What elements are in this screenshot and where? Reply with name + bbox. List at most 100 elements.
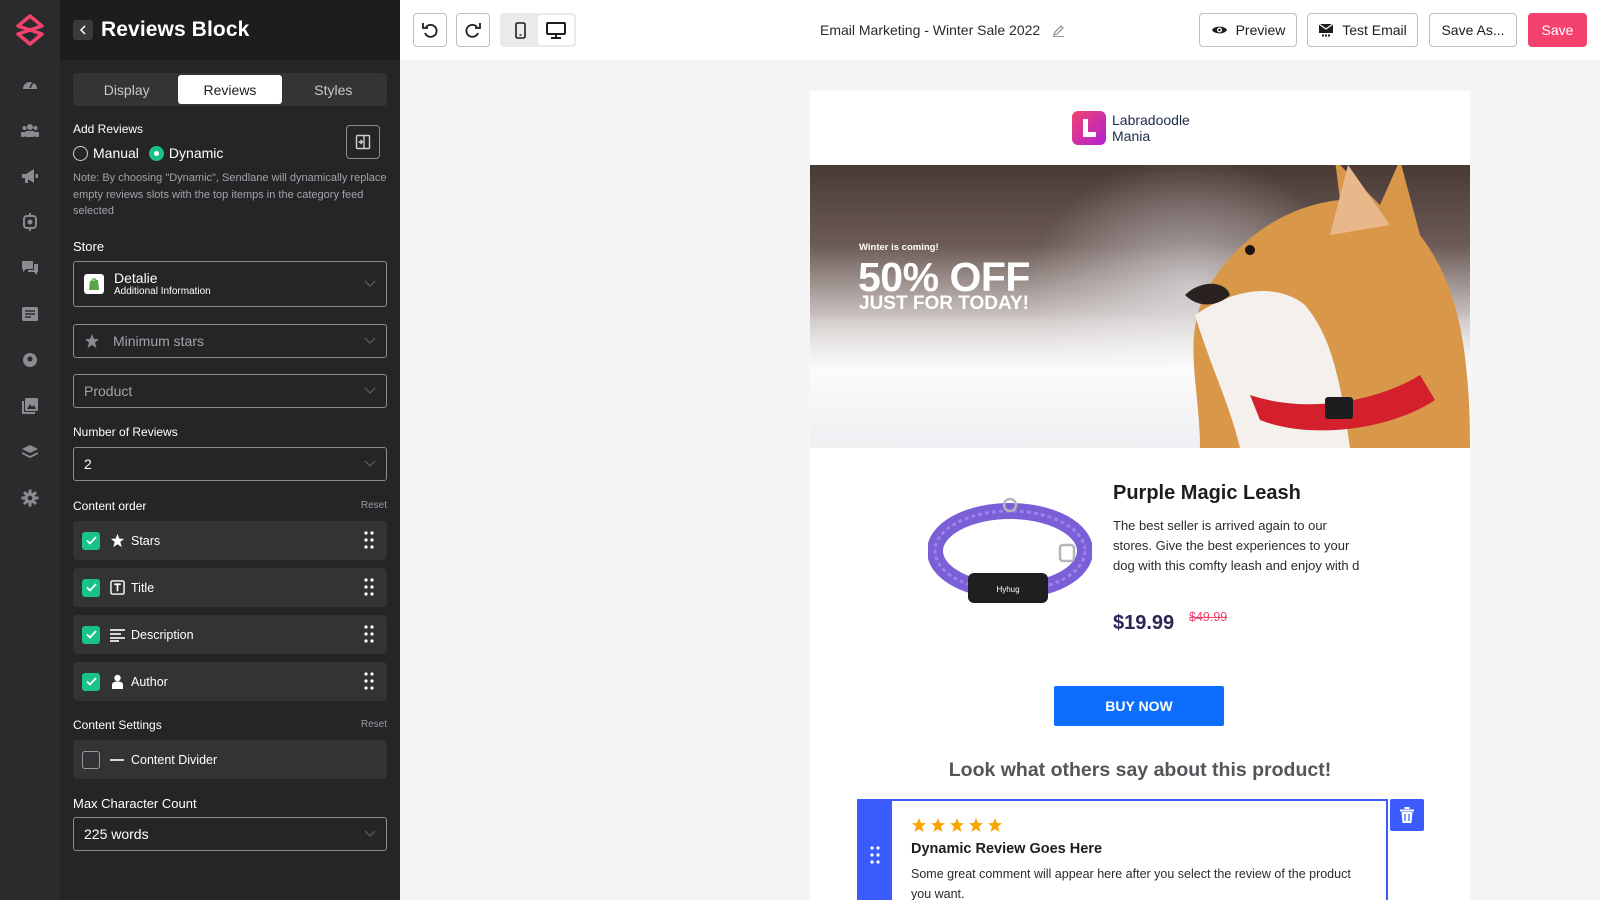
- title-icon: [109, 580, 125, 596]
- radio-manual-circle[interactable]: [73, 145, 88, 161]
- star-icon: [969, 818, 983, 832]
- description-checkbox[interactable]: [82, 625, 100, 644]
- content-order-label-title: Title: [131, 580, 155, 595]
- checkmark-icon: [85, 583, 97, 592]
- edit-pencil-icon[interactable]: [1052, 24, 1065, 37]
- radio-dynamic[interactable]: Dynamic: [148, 145, 224, 161]
- integrations-stack-icon[interactable]: [19, 441, 41, 463]
- drag-handle-icon[interactable]: [364, 625, 374, 643]
- author-icon: [109, 674, 125, 690]
- chevron-down-icon: [364, 337, 376, 345]
- content-order-label-description: Description: [131, 627, 194, 642]
- tab-styles[interactable]: Styles: [282, 75, 385, 104]
- content-settings-reset-link[interactable]: Reset: [361, 719, 387, 730]
- device-preview-toggle: [500, 13, 576, 47]
- content-order-item-author[interactable]: Author: [73, 662, 387, 701]
- brand-name-line2: Mania: [1112, 128, 1151, 144]
- media-library-icon[interactable]: [19, 395, 41, 417]
- title-checkbox[interactable]: [82, 578, 100, 597]
- number-of-reviews-label: Number of Reviews: [73, 425, 178, 439]
- undo-button[interactable]: [413, 13, 447, 47]
- content-divider-row[interactable]: Content Divider: [73, 740, 387, 779]
- document-title[interactable]: Email Marketing - Winter Sale 2022: [820, 0, 1065, 60]
- tab-display[interactable]: Display: [75, 75, 178, 104]
- desktop-view-button[interactable]: [538, 15, 574, 45]
- delete-block-button[interactable]: [1390, 799, 1424, 831]
- checkmark-icon: [85, 630, 97, 639]
- dashboard-icon[interactable]: [19, 73, 41, 95]
- tab-reviews[interactable]: Reviews: [178, 75, 282, 104]
- panel-tabs: Display Reviews Styles: [73, 73, 387, 106]
- drag-handle-icon[interactable]: [364, 672, 374, 690]
- forms-icon[interactable]: [19, 303, 41, 325]
- preview-button[interactable]: Preview: [1199, 13, 1297, 47]
- block-drag-handle[interactable]: [857, 799, 892, 900]
- checkmark-icon: [85, 536, 97, 545]
- import-reviews-button[interactable]: [346, 125, 380, 159]
- campaigns-megaphone-icon[interactable]: [19, 165, 41, 187]
- author-checkbox[interactable]: [82, 672, 100, 691]
- minimum-stars-select[interactable]: Minimum stars: [73, 324, 387, 358]
- content-divider-label: Content Divider: [131, 752, 218, 767]
- automation-icon[interactable]: [19, 211, 41, 233]
- shopify-logo-icon: [84, 274, 104, 294]
- content-order-item-stars[interactable]: Stars: [73, 521, 387, 560]
- product-old-price: $49.99: [1189, 610, 1228, 624]
- product-select[interactable]: Product: [73, 374, 387, 408]
- chevron-down-icon: [364, 387, 376, 395]
- content-order-reset-link[interactable]: Reset: [361, 500, 387, 511]
- save-button-label: Save: [1541, 22, 1574, 38]
- star-icon: [85, 334, 99, 348]
- store-select[interactable]: Detalie Additional Information: [73, 261, 387, 307]
- radio-dynamic-circle[interactable]: [148, 145, 164, 161]
- redo-button[interactable]: [456, 13, 490, 47]
- radio-manual[interactable]: Manual: [73, 145, 139, 161]
- save-button[interactable]: Save: [1528, 13, 1587, 47]
- radio-dynamic-label: Dynamic: [168, 145, 224, 161]
- conversations-icon[interactable]: [19, 257, 41, 279]
- star-icon: [931, 818, 945, 832]
- save-as-button[interactable]: Save As...: [1429, 13, 1517, 47]
- chevron-down-icon: [364, 280, 376, 288]
- store-subtitle: Additional Information: [114, 286, 211, 297]
- panel-header: Reviews Block: [60, 0, 400, 60]
- review-mode-radio-group: Manual Dynamic: [73, 145, 233, 161]
- store-label: Store: [73, 239, 105, 254]
- stars-checkbox[interactable]: [82, 531, 100, 550]
- drag-handle-icon[interactable]: [364, 531, 374, 549]
- corgi-dog-image: [1185, 165, 1470, 448]
- selected-review-block[interactable]: Dynamic Review Goes Here Some great comm…: [857, 799, 1388, 900]
- product-title: Purple Magic Leash: [1113, 482, 1301, 504]
- document-title-text: Email Marketing - Winter Sale 2022: [820, 22, 1041, 38]
- preview-button-label: Preview: [1235, 22, 1286, 38]
- add-reviews-label: Add Reviews: [73, 122, 144, 136]
- audience-icon[interactable]: [19, 119, 41, 141]
- redo-icon: [465, 23, 481, 38]
- test-email-button[interactable]: Test Email: [1307, 13, 1418, 47]
- content-divider-checkbox[interactable]: [82, 750, 100, 769]
- minimum-stars-placeholder: Minimum stars: [113, 333, 205, 349]
- star-icon: [950, 818, 964, 832]
- drag-handle-icon[interactable]: [364, 578, 374, 596]
- sendlane-logo-icon[interactable]: [15, 14, 45, 46]
- star-icon: [109, 533, 125, 549]
- location-icon[interactable]: [19, 349, 41, 371]
- max-character-count-value: 225 words: [84, 826, 149, 842]
- radio-manual-label: Manual: [93, 145, 139, 161]
- max-character-count-select[interactable]: 225 words: [73, 817, 387, 851]
- buy-now-button[interactable]: BUY NOW: [1054, 686, 1224, 726]
- reviews-heading: Look what others say about this product!: [948, 759, 1332, 781]
- chevron-down-icon: [364, 460, 376, 468]
- mobile-view-button[interactable]: [502, 15, 538, 45]
- brand-header[interactable]: Labradoodle Mania: [1072, 111, 1190, 145]
- settings-gear-icon[interactable]: [19, 487, 41, 509]
- email-preview-canvas: Labradoodle Mania Winter is coming! 50% …: [810, 91, 1470, 900]
- desktop-icon: [546, 21, 566, 39]
- content-order-item-description[interactable]: Description: [73, 615, 387, 654]
- back-button[interactable]: [73, 20, 93, 40]
- hero-banner[interactable]: Winter is coming! 50% OFF JUST FOR TODAY…: [810, 165, 1470, 448]
- number-of-reviews-select[interactable]: 2: [73, 447, 387, 481]
- review-title: Dynamic Review Goes Here: [911, 841, 1103, 857]
- content-order-item-title[interactable]: Title: [73, 568, 387, 607]
- number-of-reviews-value: 2: [84, 456, 92, 472]
